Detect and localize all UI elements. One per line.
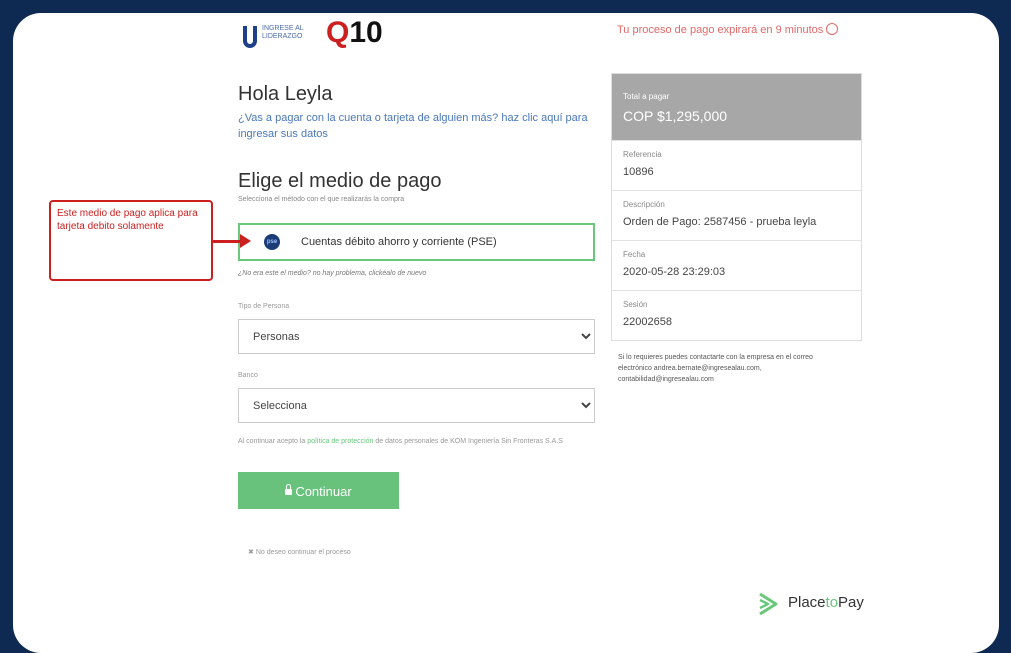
person-type-select[interactable]: Personas — [238, 319, 595, 354]
description-label: Descripción — [623, 200, 665, 209]
cancel-process-link[interactable]: ✖ No deseo continuar el proceso — [248, 548, 351, 556]
cancel-text: No deseo continuar el proceso — [255, 549, 351, 556]
total-panel: Total a pagar COP $1,295,000 — [612, 74, 861, 140]
ingrese-logo-text: INGRESE AL LIDERAZGO — [262, 25, 304, 40]
continue-label: Continuar — [295, 484, 352, 499]
person-type-label: Tipo de Persona — [238, 303, 290, 310]
lock-icon — [285, 483, 293, 495]
reference-value: 10896 — [623, 166, 654, 178]
annotation-arrow-head-icon — [240, 234, 251, 248]
placetopay-logo: PlacetoPay — [759, 592, 864, 616]
summary-row-description: Descripción Orden de Pago: 2587456 - pru… — [612, 190, 861, 240]
description-value: Orden de Pago: 2587456 - prueba leyla — [623, 216, 817, 228]
payment-method-subtitle: Selecciona el método con el que realizar… — [238, 196, 405, 203]
annotation-arrow-line — [213, 240, 243, 243]
reselect-method-hint[interactable]: ¿No era este el medio? no hay problema, … — [238, 270, 426, 277]
total-label: Total a pagar — [623, 92, 670, 101]
reference-label: Referencia — [623, 150, 662, 159]
bank-label: Banco — [238, 372, 258, 379]
other-payer-link[interactable]: ¿Vas a pagar con la cuenta o tarjeta de … — [238, 110, 588, 142]
terms-prefix: Al continuar acepto la — [238, 438, 306, 445]
session-label: Sesión — [623, 300, 648, 309]
brand-part-pay: Pay — [838, 594, 864, 611]
expiration-timer: Tu proceso de pago expirará en 9 minutos — [617, 23, 839, 36]
placetopay-arrow-icon — [759, 592, 778, 616]
greeting-title: Hola Leyla — [238, 83, 333, 105]
annotation-callout: Este medio de pago aplica para tarjeta d… — [49, 200, 213, 281]
privacy-policy-link[interactable]: política de protección — [307, 438, 373, 445]
summary-row-reference: Referencia 10896 — [612, 140, 861, 190]
timer-text: Tu proceso de pago expirará en 9 minutos — [617, 24, 824, 36]
pse-payment-option[interactable]: pse Cuentas débito ahorro y corriente (P… — [238, 223, 595, 261]
terms-text: Al continuar acepto la política de prote… — [238, 436, 598, 448]
pse-icon: pse — [264, 234, 280, 250]
continue-button[interactable]: Continuar — [238, 472, 399, 509]
date-value: 2020-05-28 23:29:03 — [623, 266, 726, 278]
q10-logo: Q10 — [326, 16, 383, 50]
contact-info: Si lo requieres puedes contactarte con l… — [618, 354, 813, 383]
date-label: Fecha — [623, 250, 646, 259]
session-value: 22002658 — [623, 316, 672, 328]
summary-row-session: Sesión 22002658 — [612, 290, 861, 340]
clock-icon — [826, 23, 839, 36]
q10-logo-q: Q — [326, 16, 350, 49]
ingrese-logo-icon — [243, 26, 257, 48]
summary-row-date: Fecha 2020-05-28 23:29:03 — [612, 240, 861, 290]
total-value: COP $1,295,000 — [623, 108, 728, 124]
payment-method-title: Elige el medio de pago — [238, 170, 442, 192]
payment-summary: Total a pagar COP $1,295,000 Referencia … — [611, 73, 862, 341]
brand-part-place: Place — [788, 594, 826, 611]
terms-suffix: de datos personales de KOM Ingeniería Si… — [375, 438, 563, 445]
bank-select[interactable]: Selecciona — [238, 388, 595, 423]
q10-logo-number: 10 — [349, 16, 383, 49]
brand-part-to: to — [825, 594, 839, 611]
pse-option-label: Cuentas débito ahorro y corriente (PSE) — [301, 236, 497, 248]
